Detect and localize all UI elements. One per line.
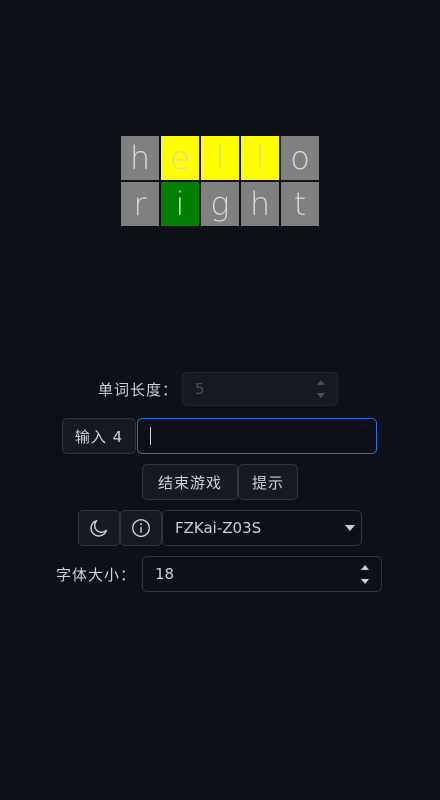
actions-row: 结束游戏 提示 — [142, 464, 298, 500]
letter-tile: o — [280, 135, 320, 181]
moon-icon — [90, 519, 108, 537]
word-length-row: 单词长度： 5 — [98, 372, 339, 406]
info-icon — [132, 519, 150, 537]
word-length-label: 单词长度： — [98, 380, 179, 399]
letter-tile: l — [200, 135, 240, 181]
font-size-row: 字体大小： 18 — [56, 556, 383, 592]
font-size-spinner[interactable] — [355, 560, 375, 588]
word-length-spinner[interactable] — [311, 376, 331, 402]
hint-button[interactable]: 提示 — [238, 464, 298, 500]
spin-up-icon[interactable] — [317, 380, 326, 385]
end-game-button[interactable]: 结束游戏 — [142, 464, 238, 500]
letter-tile: g — [200, 181, 240, 227]
letter-tile: r — [120, 181, 160, 227]
guess-row-2: r i g h t — [120, 181, 320, 227]
letter-tile: h — [240, 181, 280, 227]
theme-toggle-button[interactable] — [78, 510, 120, 546]
submit-guess-button[interactable]: 输入 4 — [62, 418, 136, 454]
letter-tile: t — [280, 181, 320, 227]
spin-down-icon[interactable] — [317, 393, 326, 398]
guess-input[interactable] — [137, 418, 377, 454]
word-length-input[interactable]: 5 — [182, 372, 339, 406]
chevron-down-icon — [345, 525, 355, 531]
letter-tile: h — [120, 135, 160, 181]
guess-row: 输入 4 — [62, 418, 377, 454]
guess-board: h e l l o r i g h t — [120, 135, 320, 227]
font-size-input[interactable]: 18 — [142, 556, 383, 592]
font-select-value: FZKai-Z03S — [175, 519, 262, 537]
font-size-label: 字体大小： — [56, 565, 137, 584]
info-button[interactable] — [120, 510, 162, 546]
word-length-value: 5 — [195, 380, 205, 398]
letter-tile: l — [240, 135, 280, 181]
letter-tile: e — [160, 135, 200, 181]
game-page: h e l l o r i g h t 单词长度： 5 输入 4 结束游戏 提示… — [0, 0, 440, 800]
toolbar-row: FZKai-Z03S — [78, 510, 362, 546]
font-select[interactable]: FZKai-Z03S — [162, 510, 362, 546]
text-caret — [150, 427, 151, 445]
font-size-value: 18 — [155, 565, 175, 583]
letter-tile: i — [160, 181, 200, 227]
spin-up-icon[interactable] — [361, 564, 370, 570]
guess-row-1: h e l l o — [120, 135, 320, 181]
spin-down-icon[interactable] — [361, 578, 370, 584]
